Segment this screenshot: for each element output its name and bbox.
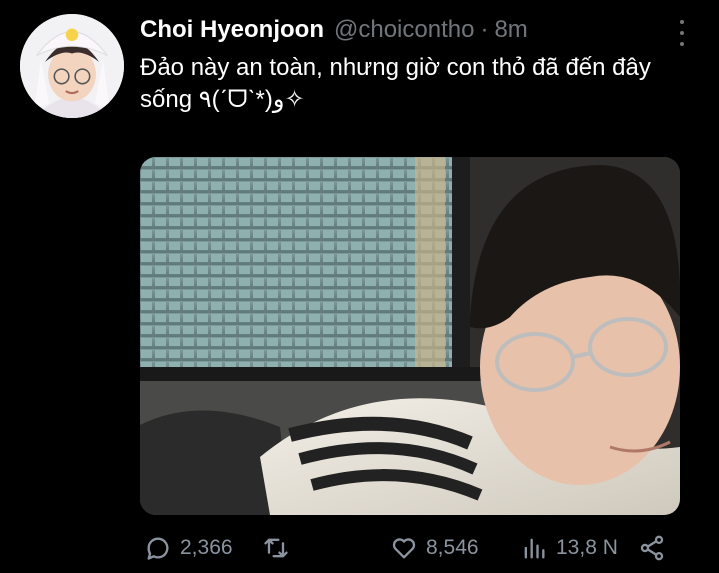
author-handle[interactable]: @choicontho xyxy=(334,16,474,44)
views-button[interactable]: 13,8 N xyxy=(520,528,618,568)
heart-icon xyxy=(392,538,416,559)
tweet-actions: 2,366 8,546 13,8 N xyxy=(140,528,680,568)
reply-count: 2,366 xyxy=(180,536,233,559)
tweet-header: Choi Hyeonjoon @choicontho · 8m xyxy=(140,16,669,50)
photo-image xyxy=(140,157,680,515)
retweet-button[interactable] xyxy=(262,528,298,568)
view-count: 13,8 N xyxy=(556,536,618,559)
author-name[interactable]: Choi Hyeonjoon xyxy=(140,16,324,44)
more-vertical-icon[interactable] xyxy=(677,20,687,46)
like-count: 8,546 xyxy=(426,536,479,559)
tweet-photo[interactable] xyxy=(140,157,680,515)
timestamp[interactable]: 8m xyxy=(494,16,527,44)
share-icon xyxy=(640,535,664,561)
like-button[interactable]: 8,546 xyxy=(390,528,479,568)
reply-icon xyxy=(147,537,169,560)
share-button[interactable] xyxy=(638,528,674,568)
retweet-icon xyxy=(264,538,288,558)
tweet-text: Đảo này an toàn, nhưng giờ con thỏ đã đế… xyxy=(140,54,651,113)
author-avatar[interactable] xyxy=(20,14,124,118)
separator-dot: · xyxy=(480,16,489,43)
avatar-image xyxy=(20,14,124,118)
views-icon xyxy=(524,538,545,559)
reply-button[interactable]: 2,366 xyxy=(144,528,233,568)
